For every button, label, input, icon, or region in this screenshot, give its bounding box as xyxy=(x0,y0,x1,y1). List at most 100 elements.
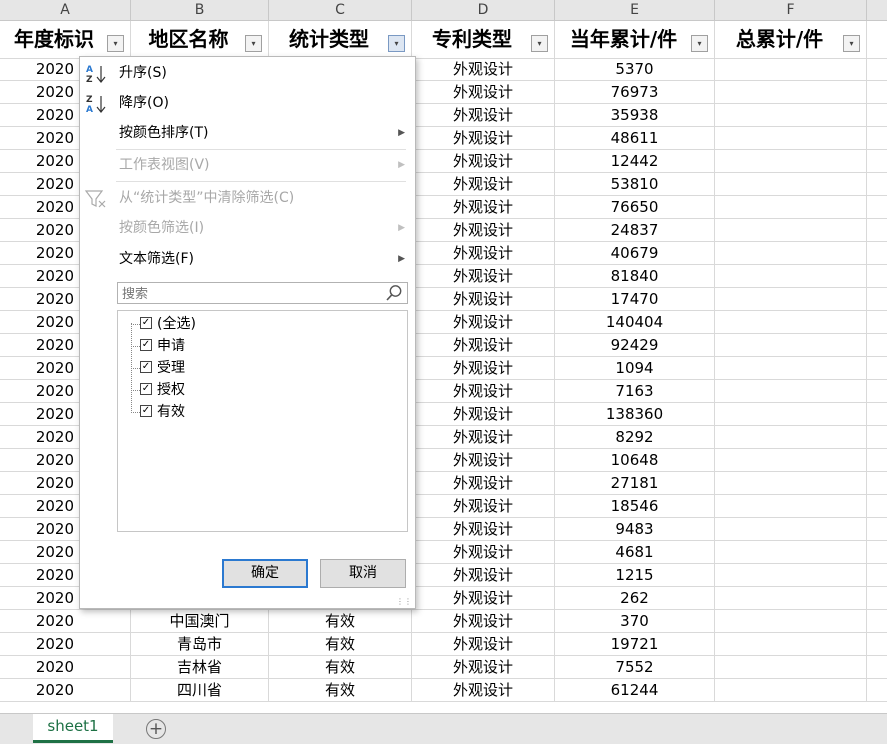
table-cell[interactable] xyxy=(715,633,867,655)
table-cell[interactable]: 12442 xyxy=(555,150,715,172)
table-cell[interactable]: 2020 xyxy=(0,656,131,678)
table-cell[interactable]: 81840 xyxy=(555,265,715,287)
table-cell[interactable]: 262 xyxy=(555,587,715,609)
sort-by-color-item[interactable]: 按颜色排序(T) ▶ xyxy=(80,120,415,146)
column-letter-D[interactable]: D xyxy=(412,0,555,20)
table-cell[interactable]: 138360 xyxy=(555,403,715,425)
column-letter-E[interactable]: E xyxy=(555,0,715,20)
table-cell[interactable]: 外观设计 xyxy=(412,127,555,149)
table-cell[interactable]: 外观设计 xyxy=(412,196,555,218)
table-cell[interactable] xyxy=(715,265,867,287)
table-cell[interactable] xyxy=(715,334,867,356)
column-letter-A[interactable]: A xyxy=(0,0,131,20)
table-cell[interactable]: 外观设计 xyxy=(412,610,555,632)
filter-dropdown-button[interactable]: ▾ xyxy=(388,35,405,52)
table-cell[interactable]: 外观设计 xyxy=(412,380,555,402)
table-cell[interactable] xyxy=(715,495,867,517)
table-cell[interactable]: 外观设计 xyxy=(412,541,555,563)
text-filter-item[interactable]: 文本筛选(F) ▶ xyxy=(80,246,415,272)
table-cell[interactable] xyxy=(715,564,867,586)
table-cell[interactable] xyxy=(715,288,867,310)
table-cell[interactable] xyxy=(715,610,867,632)
table-cell[interactable] xyxy=(715,541,867,563)
column-letter-F[interactable]: F xyxy=(715,0,867,20)
ok-button[interactable]: 确定 xyxy=(222,559,308,588)
sort-descending-item[interactable]: Z A 降序(O) xyxy=(80,90,415,116)
table-cell[interactable]: 外观设计 xyxy=(412,265,555,287)
add-sheet-icon[interactable]: + xyxy=(146,719,166,739)
table-cell[interactable]: 外观设计 xyxy=(412,679,555,701)
table-cell[interactable] xyxy=(715,173,867,195)
table-cell[interactable] xyxy=(715,380,867,402)
table-cell[interactable]: 7552 xyxy=(555,656,715,678)
table-cell[interactable]: 27181 xyxy=(555,472,715,494)
table-cell[interactable] xyxy=(715,449,867,471)
table-cell[interactable] xyxy=(715,426,867,448)
table-cell[interactable]: 5370 xyxy=(555,58,715,80)
table-cell[interactable]: 青岛市 xyxy=(131,633,269,655)
table-cell[interactable] xyxy=(715,357,867,379)
table-cell[interactable]: 外观设计 xyxy=(412,334,555,356)
table-cell[interactable] xyxy=(715,58,867,80)
table-cell[interactable]: 四川省 xyxy=(131,679,269,701)
table-cell[interactable]: 外观设计 xyxy=(412,173,555,195)
checkbox[interactable]: ✓ xyxy=(140,361,152,373)
table-cell[interactable]: 外观设计 xyxy=(412,564,555,586)
table-cell[interactable] xyxy=(715,587,867,609)
search-input[interactable] xyxy=(120,284,384,304)
table-cell[interactable]: 外观设计 xyxy=(412,403,555,425)
checkbox[interactable]: ✓ xyxy=(140,339,152,351)
table-cell[interactable]: 有效 xyxy=(269,679,412,701)
table-cell[interactable]: 外观设计 xyxy=(412,219,555,241)
table-cell[interactable]: 外观设计 xyxy=(412,81,555,103)
table-cell[interactable]: 吉林省 xyxy=(131,656,269,678)
resize-grip-icon[interactable]: ⋮⋮ xyxy=(396,597,412,606)
table-cell[interactable] xyxy=(715,104,867,126)
table-cell[interactable]: 外观设计 xyxy=(412,242,555,264)
table-cell[interactable]: 外观设计 xyxy=(412,357,555,379)
column-letter-B[interactable]: B xyxy=(131,0,269,20)
table-cell[interactable]: 外观设计 xyxy=(412,656,555,678)
table-cell[interactable]: 4681 xyxy=(555,541,715,563)
filter-dropdown-button[interactable]: ▾ xyxy=(107,35,124,52)
filter-dropdown-button[interactable]: ▾ xyxy=(843,35,860,52)
column-letter-C[interactable]: C xyxy=(269,0,412,20)
table-cell[interactable]: 140404 xyxy=(555,311,715,333)
sort-ascending-item[interactable]: A Z 升序(S) xyxy=(80,60,415,86)
table-cell[interactable]: 中国澳门 xyxy=(131,610,269,632)
table-cell[interactable]: 外观设计 xyxy=(412,58,555,80)
table-cell[interactable] xyxy=(715,472,867,494)
table-cell[interactable]: 外观设计 xyxy=(412,104,555,126)
table-cell[interactable]: 18546 xyxy=(555,495,715,517)
table-cell[interactable]: 8292 xyxy=(555,426,715,448)
table-cell[interactable]: 1215 xyxy=(555,564,715,586)
table-cell[interactable] xyxy=(715,219,867,241)
table-cell[interactable]: 外观设计 xyxy=(412,472,555,494)
table-cell[interactable]: 外观设计 xyxy=(412,633,555,655)
table-cell[interactable] xyxy=(715,242,867,264)
table-cell[interactable]: 2020 xyxy=(0,610,131,632)
table-cell[interactable]: 外观设计 xyxy=(412,587,555,609)
table-cell[interactable]: 35938 xyxy=(555,104,715,126)
table-cell[interactable]: 外观设计 xyxy=(412,495,555,517)
search-icon[interactable] xyxy=(385,284,403,302)
table-cell[interactable]: 76650 xyxy=(555,196,715,218)
table-cell[interactable] xyxy=(715,196,867,218)
filter-dropdown-button[interactable]: ▾ xyxy=(245,35,262,52)
table-cell[interactable] xyxy=(715,150,867,172)
filter-dropdown-button[interactable]: ▾ xyxy=(531,35,548,52)
table-cell[interactable]: 92429 xyxy=(555,334,715,356)
table-cell[interactable]: 24837 xyxy=(555,219,715,241)
table-cell[interactable]: 外观设计 xyxy=(412,518,555,540)
table-cell[interactable]: 外观设计 xyxy=(412,150,555,172)
table-cell[interactable]: 2020 xyxy=(0,633,131,655)
table-cell[interactable] xyxy=(715,403,867,425)
checkbox[interactable]: ✓ xyxy=(140,317,152,329)
table-cell[interactable]: 外观设计 xyxy=(412,426,555,448)
table-cell[interactable]: 外观设计 xyxy=(412,311,555,333)
table-cell[interactable] xyxy=(715,679,867,701)
table-cell[interactable]: 10648 xyxy=(555,449,715,471)
table-cell[interactable]: 40679 xyxy=(555,242,715,264)
table-cell[interactable]: 有效 xyxy=(269,633,412,655)
table-cell[interactable] xyxy=(715,81,867,103)
